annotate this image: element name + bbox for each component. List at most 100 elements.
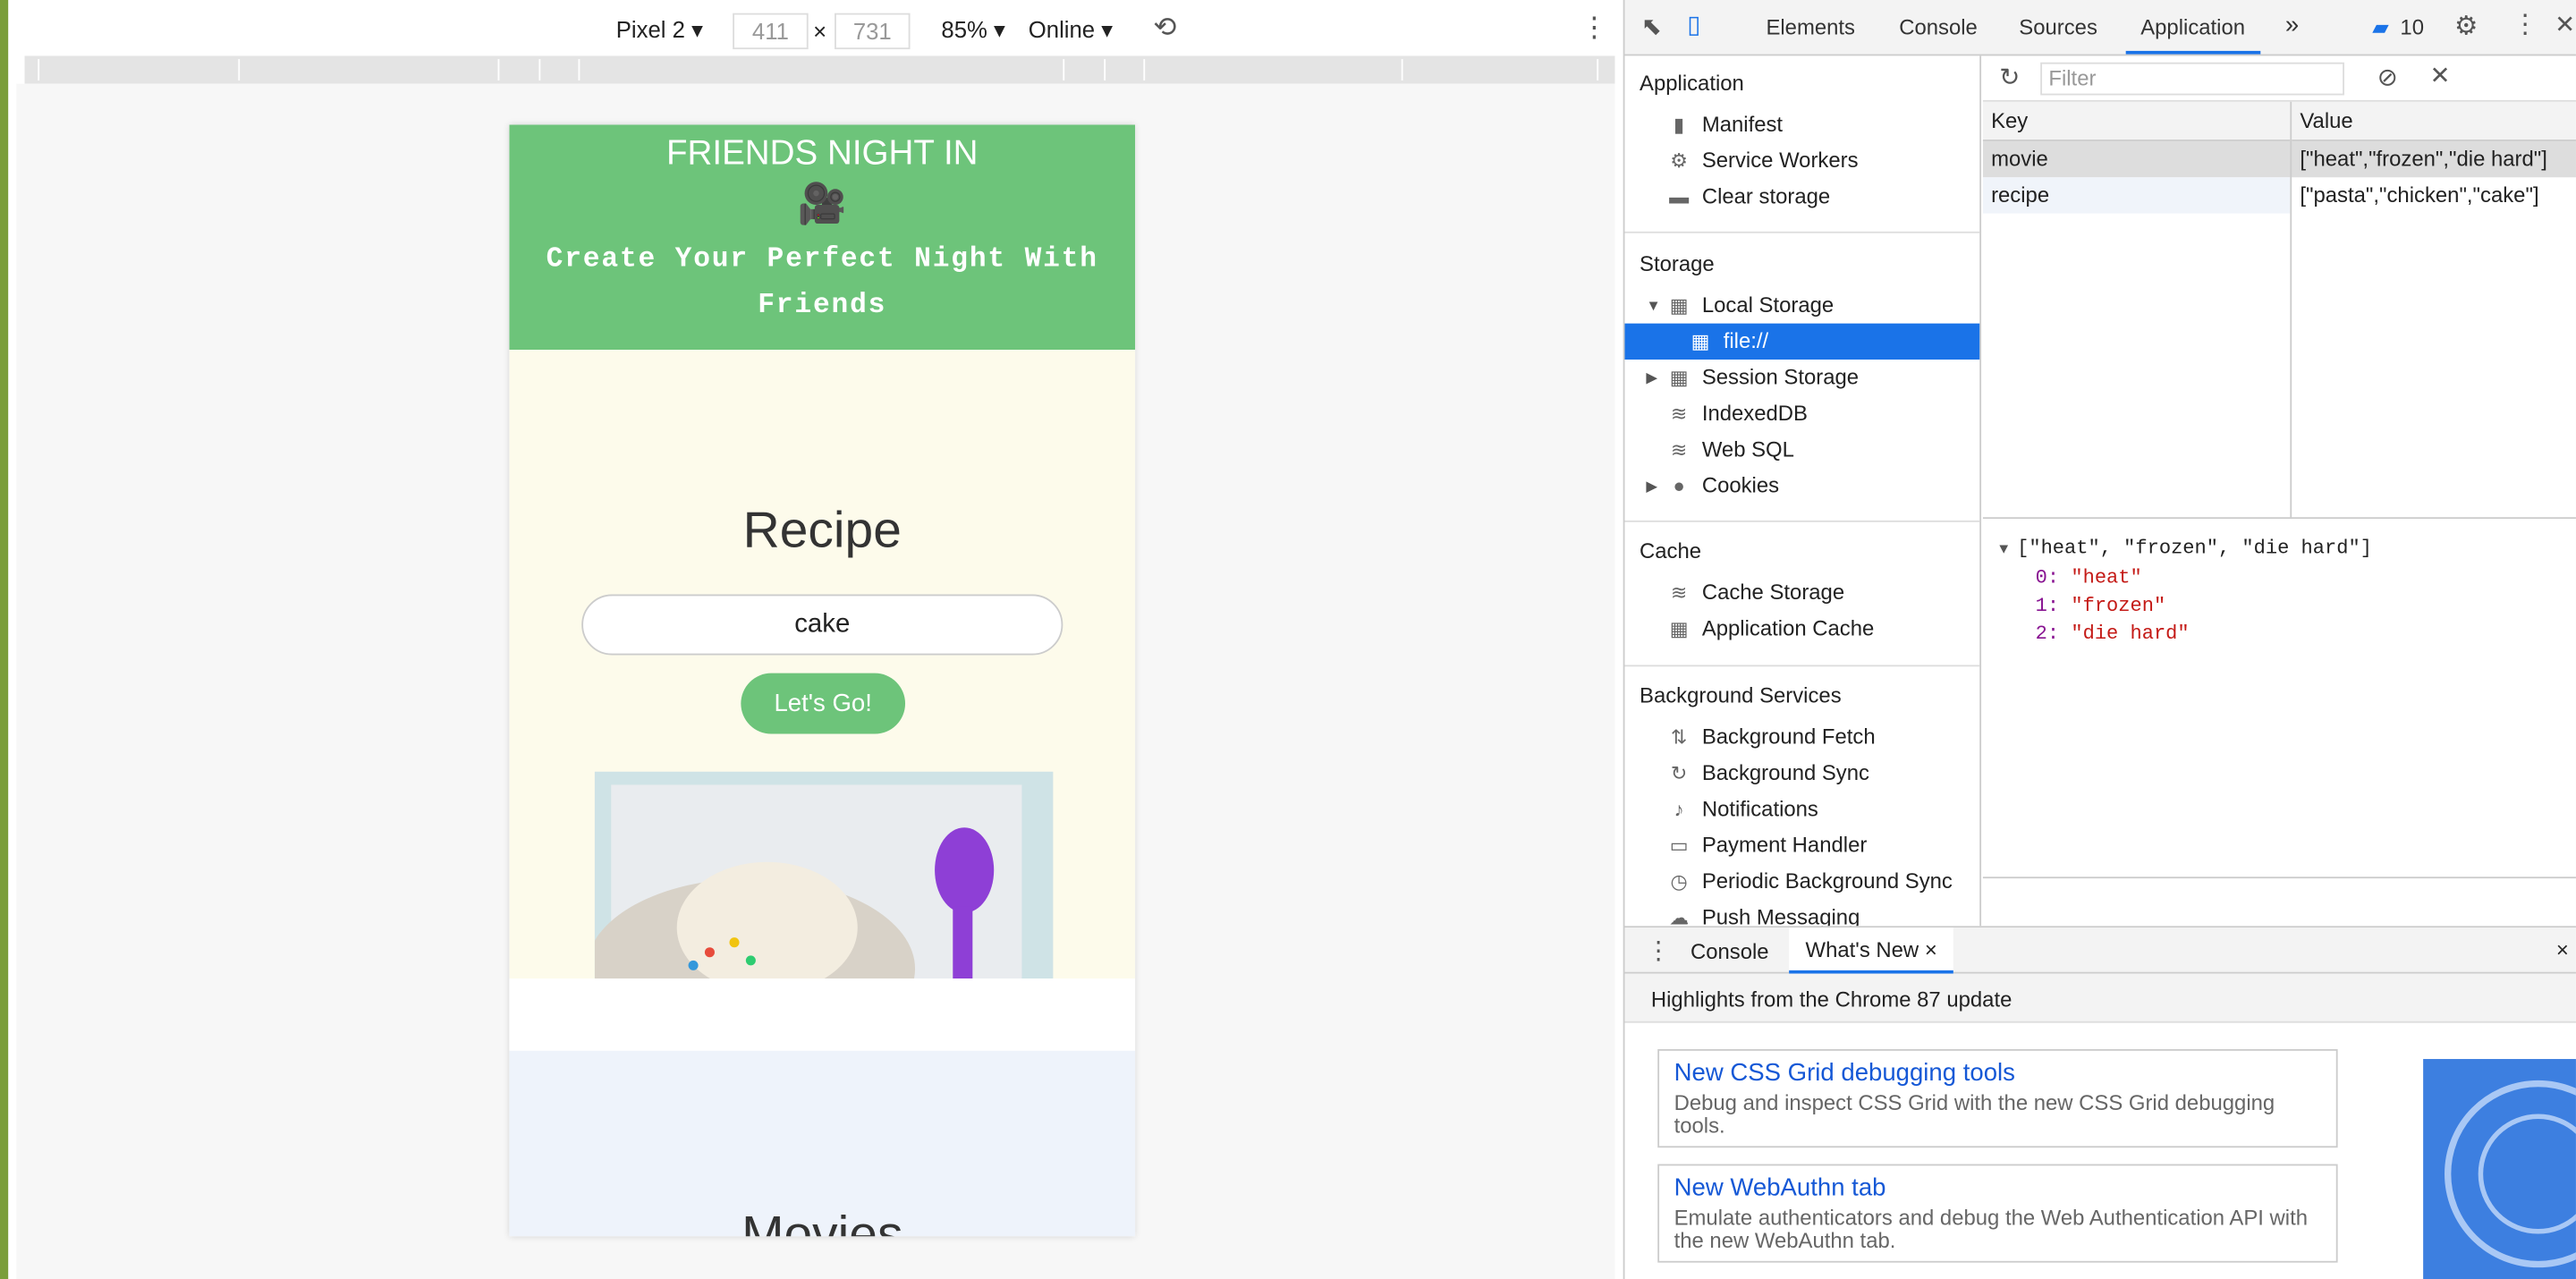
whats-new-card[interactable]: New WebAuthn tab Emulate authenticators …: [1657, 1164, 2338, 1263]
tab-sources[interactable]: Sources: [2019, 15, 2097, 40]
media-query-ruler[interactable]: [24, 55, 1615, 84]
document-icon: ▮: [1674, 113, 1685, 137]
cell-value[interactable]: ["heat","frozen","die hard"]: [2292, 141, 2576, 177]
close-devtools-icon[interactable]: ✕: [2555, 10, 2575, 39]
sidebar-item-service-workers[interactable]: ⚙ Service Workers: [1624, 143, 1979, 179]
database-icon: ≋: [1670, 402, 1688, 426]
card-title[interactable]: New CSS Grid debugging tools: [1674, 1059, 2322, 1087]
gear-icon: ⚙: [1670, 149, 1688, 173]
storage-toolbar: ↻ Filter ⊘ ✕: [1982, 55, 2576, 102]
grid-icon: ▦: [1669, 617, 1689, 640]
device-toolbar: Pixel 2 ▾ 411 × 731 85% ▾ Online ▾ ⟲ ⋮: [16, 6, 1615, 53]
tab-elements[interactable]: Elements: [1766, 15, 1855, 40]
up-down-arrows-icon: ⇅: [1670, 725, 1688, 750]
column-header-value[interactable]: Value: [2292, 101, 2576, 141]
storage-table: Key Value movie ["heat","frozen","die ha…: [1982, 101, 2576, 520]
background-services-header: Background Services: [1640, 682, 1842, 708]
more-tabs-icon[interactable]: »: [2285, 12, 2299, 39]
value-preview: ▼ ["heat", "frozen", "die hard"] 0: "hea…: [1999, 537, 2372, 646]
sidebar-item-background-sync[interactable]: ↻ Background Sync: [1624, 755, 1979, 791]
collapsed-triangle-icon[interactable]: ▶: [1646, 468, 1657, 504]
hero-subtitle: Create Your Perfect Night With Friends: [546, 244, 1098, 322]
storage-header: Storage: [1640, 250, 1715, 276]
sidebar-item-session-storage[interactable]: ▶ ▦ Session Storage: [1624, 360, 1979, 395]
drawer-tabbar: ⋮ Console What's New × ×: [1624, 927, 2576, 974]
sidebar-item-background-fetch[interactable]: ⇅ Background Fetch: [1624, 719, 1979, 755]
clear-all-icon[interactable]: ⊘: [2377, 63, 2398, 92]
sidebar-item-local-storage[interactable]: ▼ ▦ Local Storage: [1624, 287, 1979, 323]
devtools-panel: ⬉ ▯ Elements Console Sources Application…: [1623, 0, 2576, 1279]
more-vert-icon[interactable]: ⋮: [1580, 12, 1608, 45]
drawer-tab-console[interactable]: Console: [1690, 939, 1769, 964]
sidebar-item-push-messaging[interactable]: ☁ Push Messaging: [1624, 900, 1979, 927]
clock-icon: ◷: [1670, 869, 1688, 894]
settings-gear-icon[interactable]: ⚙: [2454, 10, 2478, 43]
recipe-heading: Recipe: [742, 500, 902, 559]
expanded-triangle-icon[interactable]: ▼: [1999, 542, 2017, 558]
lets-go-button[interactable]: Let's Go!: [741, 673, 906, 734]
cell-key[interactable]: recipe: [1982, 177, 2291, 214]
recipe-section: Recipe cake Let's Go!: [509, 350, 1136, 979]
width-input[interactable]: 411: [733, 13, 809, 50]
chrome-update-artwork: [2423, 1059, 2576, 1279]
movies-heading: Movies: [741, 1205, 903, 1237]
height-input[interactable]: 731: [835, 13, 911, 50]
cell-value[interactable]: ["pasta","chicken","cake"]: [2292, 177, 2576, 213]
grid-icon: ▦: [1690, 329, 1710, 353]
sidebar-item-application-cache[interactable]: ▦ Application Cache: [1624, 611, 1979, 647]
customize-menu-icon[interactable]: ⋮: [2512, 8, 2538, 41]
ice-cream-image: [594, 771, 1054, 979]
sidebar-item-periodic-background-sync[interactable]: ◷ Periodic Background Sync: [1624, 864, 1979, 900]
collapsed-triangle-icon[interactable]: ▶: [1646, 360, 1657, 395]
rotate-icon[interactable]: ⟲: [1153, 12, 1176, 45]
zoom-select[interactable]: 85% ▾: [941, 16, 1005, 44]
cloud-icon: ☁: [1669, 906, 1690, 927]
device-viewport: FRIENDS NIGHT IN 🎥 Create Your Perfect N…: [16, 83, 1615, 1279]
whats-new-card[interactable]: New CSS Grid debugging tools Debug and i…: [1657, 1049, 2338, 1148]
cache-header: Cache: [1640, 538, 1702, 563]
cell-key[interactable]: movie: [1983, 141, 2290, 177]
tab-console[interactable]: Console: [1899, 15, 1978, 40]
sidebar-item-web-sql[interactable]: ≋ Web SQL: [1624, 432, 1979, 468]
hero-banner: FRIENDS NIGHT IN 🎥 Create Your Perfect N…: [509, 124, 1136, 351]
cookie-icon: ●: [1673, 474, 1685, 498]
sidebar-item-indexeddb[interactable]: ≋ IndexedDB: [1624, 395, 1979, 431]
expanded-triangle-icon[interactable]: ▼: [1646, 287, 1660, 323]
sidebar-item-clear-storage[interactable]: ▬ Clear storage: [1624, 179, 1979, 215]
hero-title: FRIENDS NIGHT IN: [665, 134, 979, 173]
browser-window: Pixel 2 ▾ 411 × 731 85% ▾ Online ▾ ⟲ ⋮ F…: [8, 0, 2576, 1279]
sidebar-item-manifest[interactable]: ▮ Manifest: [1624, 106, 1979, 142]
card-title[interactable]: New WebAuthn tab: [1674, 1174, 2322, 1202]
storage-view: ↻ Filter ⊘ ✕ Key Value movie ["heat","fr…: [1982, 55, 2576, 926]
close-drawer-icon[interactable]: ×: [2556, 937, 2569, 962]
sidebar-item-notifications[interactable]: ♪ Notifications: [1624, 792, 1979, 827]
drawer-menu-icon[interactable]: ⋮: [1646, 936, 1671, 965]
tab-application[interactable]: Application: [2125, 15, 2260, 55]
sidebar-item-payment-handler[interactable]: ▭ Payment Handler: [1624, 827, 1979, 863]
trash-icon: ▬: [1669, 185, 1690, 209]
delete-selected-icon[interactable]: ✕: [2429, 61, 2450, 90]
application-sidebar: Application ▮ Manifest ⚙ Service Workers ▬…: [1624, 55, 1982, 927]
refresh-icon[interactable]: ↻: [1999, 63, 2020, 92]
column-header-key[interactable]: Key: [1982, 101, 2291, 141]
database-icon: ≋: [1670, 438, 1688, 462]
close-tab-icon[interactable]: ×: [1925, 937, 1937, 962]
highlights-text: Highlights from the Chrome 87 update: [1650, 987, 2012, 1012]
times-sign: ×: [813, 18, 827, 45]
device-toggle-icon[interactable]: ▯: [1687, 10, 1700, 39]
sidebar-item-local-file[interactable]: ▦ file://: [1624, 323, 1980, 360]
sidebar-item-cache-storage[interactable]: ≋ Cache Storage: [1624, 574, 1979, 610]
application-header: Application: [1640, 70, 1744, 96]
network-select[interactable]: Online ▾: [1029, 16, 1113, 44]
card-description: Emulate authenticators and debug the Web…: [1674, 1205, 2308, 1253]
grid-icon: ▦: [1669, 293, 1689, 318]
issues-count[interactable]: 10: [2400, 15, 2424, 40]
sidebar-item-cookies[interactable]: ▶ ● Cookies: [1624, 468, 1979, 504]
devtools-tabbar: ⬉ ▯ Elements Console Sources Application…: [1624, 0, 2576, 56]
inspect-element-icon[interactable]: ⬉: [1641, 12, 1662, 41]
issues-icon[interactable]: ▰: [2372, 15, 2388, 41]
device-select[interactable]: Pixel 2 ▾: [616, 16, 703, 44]
recipe-search-input[interactable]: cake: [581, 594, 1063, 656]
filter-input[interactable]: Filter: [2040, 62, 2344, 96]
drawer-tab-whats-new[interactable]: What's New ×: [1789, 927, 1954, 974]
